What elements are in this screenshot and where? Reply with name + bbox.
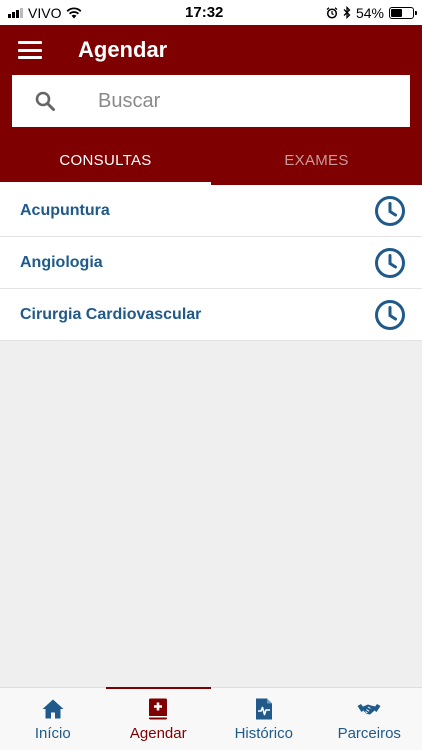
list-item-label: Cirurgia Cardiovascular xyxy=(20,305,202,323)
nav-label: Parceiros xyxy=(337,724,401,742)
tab-bar: CONSULTAS EXAMES xyxy=(0,140,422,185)
search-icon xyxy=(34,90,56,112)
top-bar: Agendar xyxy=(0,25,422,75)
nav-label: Agendar xyxy=(129,724,187,742)
tab-exames[interactable]: EXAMES xyxy=(211,140,422,185)
battery-icon xyxy=(389,6,417,19)
handshake-icon xyxy=(357,703,381,714)
app-screen: VIVO 17:32 54% Agendar Buscar CONSULTAS … xyxy=(0,0,422,750)
clock-icon[interactable] xyxy=(374,299,406,331)
nav-parceiros[interactable]: Parceiros xyxy=(317,688,422,750)
tab-label: EXAMES xyxy=(284,152,349,169)
home-icon xyxy=(42,699,64,718)
hamburger-menu-icon[interactable] xyxy=(18,41,42,59)
carrier-label: VIVO xyxy=(28,4,62,21)
bluetooth-icon xyxy=(343,6,351,19)
tab-label: CONSULTAS xyxy=(59,152,152,169)
tab-consultas[interactable]: CONSULTAS xyxy=(0,140,211,185)
medical-file-icon xyxy=(255,698,272,719)
nav-agendar[interactable]: Agendar xyxy=(105,687,212,750)
nav-label: Início xyxy=(34,724,71,742)
list-item-label: Acupuntura xyxy=(20,201,110,219)
status-left: VIVO xyxy=(8,5,82,21)
clock-icon[interactable] xyxy=(374,195,406,227)
clock-icon[interactable] xyxy=(374,247,406,279)
page-title: Agendar xyxy=(78,37,168,62)
bottom-navigation: Início Agendar Histórico Parceiros xyxy=(0,687,422,750)
list-item-cirurgia-cardiovascular[interactable]: Cirurgia Cardiovascular xyxy=(0,289,422,341)
app-header: Agendar CONSULTAS EXAMES xyxy=(0,25,422,185)
list-item-label: Angiologia xyxy=(20,253,103,271)
nav-historico[interactable]: Histórico xyxy=(211,688,317,750)
alarm-icon xyxy=(326,6,338,19)
status-bar: VIVO 17:32 54% xyxy=(0,0,422,25)
list-item-acupuntura[interactable]: Acupuntura xyxy=(0,185,422,237)
search-input[interactable] xyxy=(98,89,388,113)
nav-inicio[interactable]: Início xyxy=(0,688,106,750)
battery-percent: 54% xyxy=(355,4,384,21)
medical-book-icon xyxy=(149,698,168,719)
search-bar[interactable] xyxy=(12,75,410,127)
battery-fill xyxy=(391,8,403,17)
status-right: 54% xyxy=(326,4,417,21)
specialty-list: Acupuntura Angiologia Cirurgia Cardiovas… xyxy=(0,185,422,341)
list-item-angiologia[interactable]: Angiologia xyxy=(0,237,422,289)
nav-label: Histórico xyxy=(234,724,293,742)
status-time: 17:32 xyxy=(185,4,224,21)
wifi-icon xyxy=(66,6,82,19)
signal-icon xyxy=(8,7,23,18)
